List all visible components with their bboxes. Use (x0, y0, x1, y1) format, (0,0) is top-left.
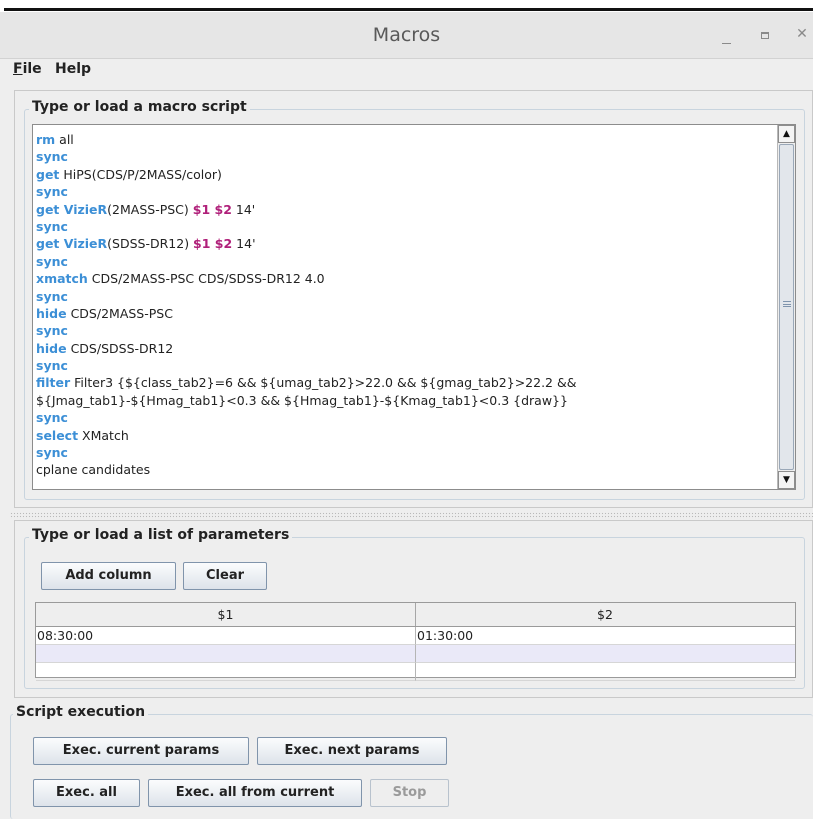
table-row[interactable] (36, 645, 795, 663)
script-line[interactable]: sync (36, 253, 775, 270)
scrollbar-grip-icon (783, 301, 791, 307)
script-keyword: xmatch (36, 271, 88, 287)
script-text-segment: CDS/2MASS-PSC (66, 305, 173, 321)
stop-button[interactable]: Stop (370, 779, 449, 807)
script-line[interactable]: hide CDS/SDSS-DR12 (36, 340, 775, 357)
script-text-segment: Filter3 {${class_tab2}=6 && ${umag_tab2}… (70, 375, 577, 391)
script-keyword: sync (36, 149, 68, 165)
maximize-icon[interactable] (754, 23, 776, 45)
script-line[interactable]: xmatch CDS/2MASS-PSC CDS/SDSS-DR12 4.0 (36, 270, 775, 287)
script-keyword: hide (36, 340, 67, 356)
script-line[interactable]: sync (36, 183, 775, 200)
script-group-legend: Type or load a macro script (29, 99, 250, 115)
script-line[interactable]: sync (36, 444, 775, 461)
table-cell[interactable]: 01:30:00 (416, 627, 795, 645)
table-header: $1 $2 (36, 603, 795, 627)
scroll-down-arrow-icon[interactable]: ▼ (778, 471, 795, 489)
table-cell[interactable]: 08:30:00 (36, 627, 416, 645)
macro-script-editor[interactable]: rm all sync get HiPS(CDS/P/2MASS/color) syn… (32, 124, 796, 490)
script-keyword: sync (36, 253, 68, 269)
window-title: Macros (372, 24, 441, 46)
table-cell[interactable] (416, 663, 795, 681)
script-text-segment: CDS/2MASS-PSC CDS/SDSS-DR12 4.0 (87, 271, 325, 287)
script-line[interactable]: get HiPS(CDS/P/2MASS/color) (36, 166, 775, 183)
script-keyword: sync (36, 445, 68, 461)
script-line[interactable]: sync (36, 288, 775, 305)
script-line[interactable]: get VizieR(2MASS-PSC) $1 $2 14' (36, 201, 775, 218)
minimize-icon[interactable] (715, 23, 737, 45)
script-line[interactable]: sync (36, 322, 775, 339)
script-line[interactable]: hide CDS/2MASS-PSC (36, 305, 775, 322)
table-row[interactable]: 08:30:00 01:30:00 (36, 627, 795, 645)
exec-current-params-button[interactable]: Exec. current params (33, 737, 249, 765)
table-cell[interactable] (416, 645, 795, 663)
script-keyword: filter (36, 375, 71, 391)
window-titlebar[interactable]: Macros ✕ (0, 12, 813, 59)
script-keyword: sync (36, 410, 68, 426)
exec-all-from-current-button[interactable]: Exec. all from current (148, 779, 362, 807)
script-text-segment: all (55, 132, 74, 147)
script-keyword: get VizieR (36, 236, 108, 252)
table-row[interactable] (36, 663, 795, 681)
menu-file-mnemonic: F (13, 61, 23, 77)
menu-file[interactable]: File (10, 61, 45, 77)
script-text-segment: CDS/SDSS-DR12 (66, 340, 174, 356)
close-icon[interactable]: ✕ (791, 23, 813, 45)
clear-button[interactable]: Clear (183, 562, 267, 590)
script-line[interactable]: rm all (36, 131, 775, 148)
add-column-button[interactable]: Add column (41, 562, 176, 590)
script-keyword: sync (36, 288, 68, 304)
table-cell[interactable] (36, 645, 416, 663)
script-text-segment: XMatch (78, 427, 129, 443)
parameters-table[interactable]: $1 $2 08:30:00 01:30:00 (35, 602, 796, 681)
script-line[interactable]: sync (36, 148, 775, 165)
script-variable: $1 $2 (192, 201, 232, 217)
script-text-segment: HiPS(CDS/P/2MASS/color) (59, 166, 222, 182)
script-keyword: sync (36, 358, 68, 374)
script-keyword: get VizieR (36, 201, 108, 217)
script-keyword: sync (36, 184, 68, 200)
screen-top-edge (0, 0, 813, 12)
script-line[interactable]: sync (36, 218, 775, 235)
column-header-1[interactable]: $1 (36, 603, 416, 626)
execution-group-legend: Script execution (13, 704, 149, 720)
script-line[interactable]: ${Jmag_tab1}-${Hmag_tab1}<0.3 && ${Hmag_… (36, 392, 775, 409)
exec-next-params-button[interactable]: Exec. next params (257, 737, 447, 765)
script-keyword: sync (36, 323, 68, 339)
scrollbar-thumb[interactable] (779, 144, 794, 470)
script-text-segment: ${Jmag_tab1}-${Hmag_tab1}<0.3 && ${Hmag_… (36, 392, 568, 408)
script-line[interactable]: filter Filter3 {${class_tab2}=6 && ${uma… (36, 374, 775, 391)
script-scrollbar[interactable]: ▲ ▼ (777, 125, 795, 489)
table-cell[interactable] (36, 663, 416, 681)
script-keyword: hide (36, 305, 67, 321)
panel-splitter[interactable] (10, 512, 813, 519)
script-keyword: sync (36, 218, 68, 234)
menu-help[interactable]: Help (52, 61, 94, 77)
script-keyword: rm (36, 132, 56, 147)
script-text-segment: cplane candidates (36, 462, 151, 478)
script-variable: $1 $2 (193, 236, 233, 252)
script-text-segment: (2MASS-PSC) (107, 201, 193, 217)
script-line[interactable]: sync (36, 357, 775, 374)
menu-bar: File Help (0, 59, 813, 83)
menu-file-label-rest: ile (22, 61, 42, 77)
script-line[interactable]: sync (36, 409, 775, 426)
exec-all-button[interactable]: Exec. all (33, 779, 140, 807)
script-line[interactable]: cplane candidates (36, 461, 775, 478)
script-text-segment: 14' (231, 201, 256, 217)
script-keyword: select (36, 427, 79, 443)
scroll-up-arrow-icon[interactable]: ▲ (778, 125, 795, 143)
script-text-segment: 14' (232, 236, 256, 252)
script-keyword: get (36, 166, 60, 182)
params-group-legend: Type or load a list of parameters (29, 527, 293, 543)
script-line[interactable]: get VizieR(SDSS-DR12) $1 $2 14' (36, 235, 775, 252)
script-text-segment: (SDSS-DR12) (107, 236, 194, 252)
script-text[interactable]: rm all sync get HiPS(CDS/P/2MASS/color) syn… (36, 131, 775, 479)
script-line[interactable]: select XMatch (36, 427, 775, 444)
column-header-2[interactable]: $2 (416, 603, 794, 626)
